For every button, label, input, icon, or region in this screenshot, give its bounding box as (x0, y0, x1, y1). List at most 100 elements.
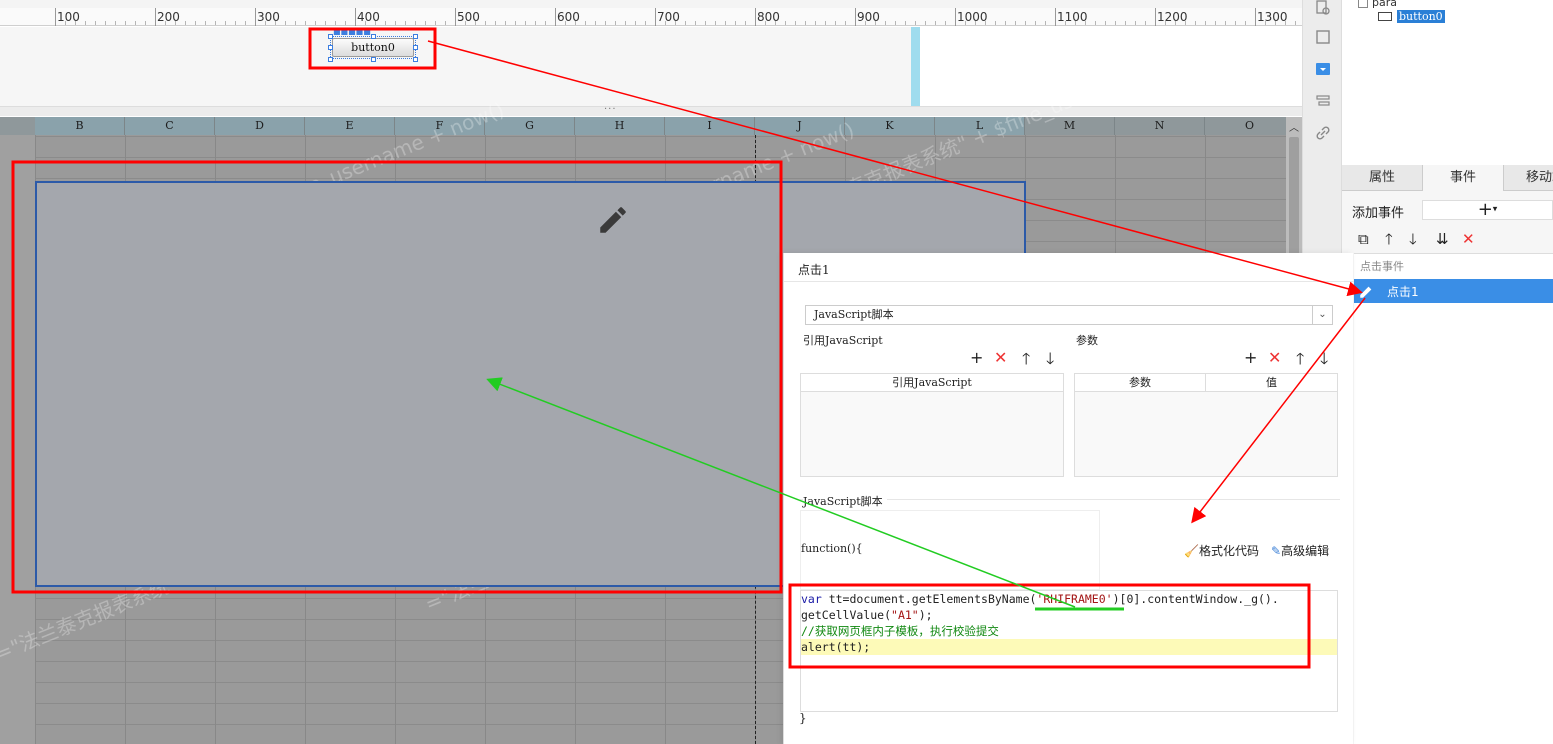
ruler-minor-tick (695, 21, 696, 25)
copy-icon[interactable]: ⧉ (1358, 229, 1369, 249)
tab-mobile[interactable]: 移动端 (1504, 165, 1553, 191)
move-up-icon[interactable]: 🡑 (1296, 351, 1304, 367)
pane-splitter[interactable]: ··· (0, 104, 1302, 116)
ruler-minor-tick (135, 21, 136, 25)
tree-node-button0[interactable]: button0 (1397, 10, 1445, 23)
widget-list-icon[interactable] (1315, 0, 1331, 16)
ruler-minor-tick (195, 21, 196, 25)
panel-tabs: 属性 事件 移动端 (1342, 165, 1553, 191)
advanced-edit-button[interactable]: ✎高级编辑 (1271, 542, 1329, 559)
resize-handle[interactable] (328, 45, 333, 50)
resize-handle[interactable] (413, 45, 418, 50)
dropdown-widget-icon[interactable] (1315, 61, 1331, 77)
ruler-minor-tick (975, 21, 976, 25)
column-header-n[interactable]: N (1115, 117, 1205, 135)
ruler-minor-tick (1175, 21, 1176, 25)
ruler-minor-tick (475, 21, 476, 25)
column-header-b[interactable]: B (35, 117, 125, 135)
ruler-minor-tick (1275, 21, 1276, 25)
scroll-up-icon[interactable]: ︿ (1289, 119, 1299, 134)
ruler-minor-tick (1145, 21, 1146, 25)
format-code-button[interactable]: 🧹格式化代码 (1184, 542, 1259, 559)
ruler-minor-tick (1185, 21, 1186, 25)
column-header-k[interactable]: K (845, 117, 935, 135)
ruler-minor-tick (1105, 21, 1106, 25)
button0-widget[interactable]: button0 (332, 38, 414, 57)
pencil-edit-icon[interactable] (596, 203, 630, 237)
layers-icon[interactable] (1315, 93, 1331, 109)
string-token: "A1" (891, 608, 919, 622)
move-down-icon[interactable]: 🡓 (1320, 351, 1328, 367)
move-down-icon[interactable]: 🡓 (1046, 351, 1054, 367)
checkbox-icon (1358, 0, 1368, 8)
column-headers: BCDEFGHIJKLMNO (0, 117, 1302, 135)
ruler-label: 1200 (1157, 10, 1188, 24)
params-table[interactable]: 参数 值 (1074, 373, 1338, 477)
column-header-f[interactable]: F (395, 117, 485, 135)
ruler-minor-tick (335, 21, 336, 25)
resize-handle[interactable] (371, 34, 376, 39)
add-event-button[interactable]: +▾ (1422, 200, 1553, 220)
column-header-m[interactable]: M (1025, 117, 1115, 135)
ref-js-table[interactable]: 引用JavaScript (800, 373, 1064, 477)
ruler-minor-tick (185, 21, 186, 25)
remove-icon[interactable]: ✕ (994, 350, 1007, 366)
resize-handle[interactable] (328, 34, 333, 39)
ruler-minor-tick (995, 21, 996, 25)
ruler-minor-tick (365, 21, 366, 25)
link-icon[interactable] (1315, 125, 1331, 141)
tree-node-para[interactable]: para (1358, 0, 1397, 9)
column-header-i[interactable]: I (665, 117, 755, 135)
ruler-minor-tick (95, 21, 96, 25)
frame-icon[interactable] (1315, 29, 1331, 45)
ruler-minor-tick (565, 21, 566, 25)
ruler-minor-tick (285, 21, 286, 25)
resize-handle[interactable] (413, 34, 418, 39)
ruler-minor-tick (395, 21, 396, 25)
tab-attributes[interactable]: 属性 (1342, 165, 1422, 191)
ruler-minor-tick (485, 21, 486, 25)
sort-icon[interactable]: ⇊ (1436, 229, 1449, 249)
move-up-icon[interactable]: 🡑 (1385, 229, 1393, 249)
ruler-minor-tick (935, 21, 936, 25)
widget-tree: para button0 (1342, 0, 1553, 165)
ruler-minor-tick (415, 21, 416, 25)
ruler-label: 200 (157, 10, 180, 24)
ruler-minor-tick (85, 21, 86, 25)
ruler-minor-tick (465, 21, 466, 25)
ruler-minor-tick (205, 21, 206, 25)
column-header-g[interactable]: G (485, 117, 575, 135)
column-header-h[interactable]: H (575, 117, 665, 135)
javascript-code-editor[interactable]: var tt=document.getElementsByName('RHIFR… (800, 590, 1338, 712)
ruler-minor-tick (1205, 21, 1206, 25)
chevron-down-icon[interactable]: ⌄ (1312, 306, 1332, 324)
remove-icon[interactable]: ✕ (1268, 350, 1281, 366)
column-header-j[interactable]: J (755, 117, 845, 135)
event-type-select[interactable]: JavaScript脚本 ⌄ (805, 305, 1333, 325)
ruler-minor-tick (865, 21, 866, 25)
ruler-minor-tick (945, 21, 946, 25)
move-down-icon[interactable]: 🡓 (1409, 229, 1417, 249)
column-header-c[interactable]: C (125, 117, 215, 135)
tab-events[interactable]: 事件 (1422, 165, 1504, 191)
column-header-d[interactable]: D (215, 117, 305, 135)
column-header-l[interactable]: L (935, 117, 1025, 135)
ruler-minor-tick (1135, 21, 1136, 25)
add-icon[interactable]: + (1244, 350, 1257, 366)
column-header-o[interactable]: O (1205, 117, 1295, 135)
column-header-e[interactable]: E (305, 117, 395, 135)
resize-handle[interactable] (413, 57, 418, 62)
resize-handle[interactable] (328, 57, 333, 62)
resize-handle[interactable] (371, 57, 376, 62)
code-token: ); (918, 608, 933, 622)
ruler-minor-tick (145, 21, 146, 25)
divider (784, 281, 1354, 282)
add-icon[interactable]: + (970, 350, 983, 366)
ruler-minor-tick (235, 21, 236, 25)
move-up-icon[interactable]: 🡑 (1022, 351, 1030, 367)
ruler-label: 600 (557, 10, 580, 24)
delete-icon[interactable]: ✕ (1462, 229, 1475, 249)
ruler-minor-tick (675, 21, 676, 25)
ruler-minor-tick (425, 21, 426, 25)
event-item-click1[interactable]: 点击1 (1354, 279, 1553, 303)
